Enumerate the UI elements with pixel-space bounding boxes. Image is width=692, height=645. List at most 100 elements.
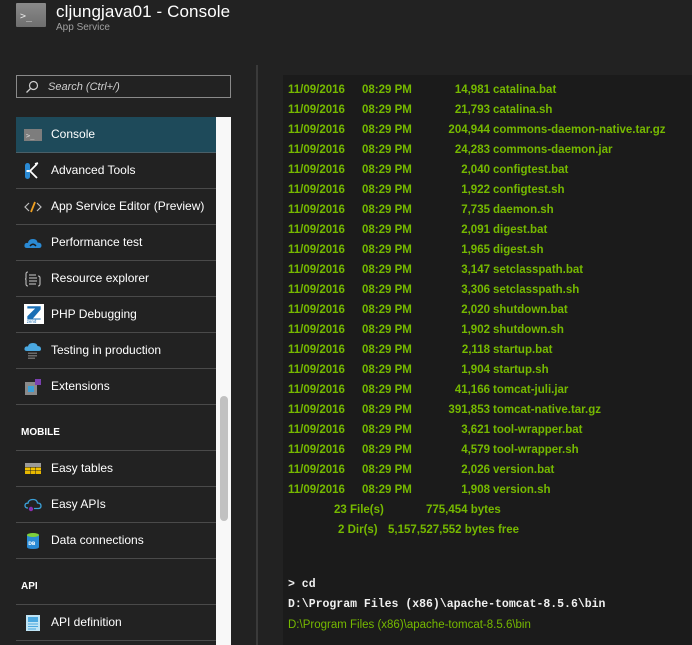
- file-name: shutdown.bat: [493, 304, 568, 316]
- sidebar-item-console[interactable]: >_ Console: [16, 117, 216, 153]
- sidebar-item-label: Resource explorer: [51, 271, 150, 285]
- listing-row: 11/09/2016 08:29 PM 24,283 commons-daemon.j…: [283, 140, 692, 160]
- file-date: 11/09/2016: [288, 384, 345, 396]
- file-time: 08:29 PM: [362, 124, 412, 136]
- cloud-api-icon: [24, 498, 42, 512]
- file-time: 08:29 PM: [362, 464, 412, 476]
- page-subtitle: App Service: [56, 22, 110, 33]
- listing-row: 11/09/2016 08:29 PM 21,793 catalina.sh: [283, 100, 692, 120]
- file-name: tomcat-native.tar.gz: [493, 404, 601, 416]
- file-date: 11/09/2016: [288, 104, 345, 116]
- listing-row: 11/09/2016 08:29 PM 4,579 tool-wrapper.sh: [283, 440, 692, 460]
- sidebar-item-api-definition[interactable]: API definition: [16, 605, 216, 641]
- prompt-path[interactable]: D:\Program Files (x86)\apache-tomcat-8.5…: [288, 615, 531, 635]
- file-name: setclasspath.bat: [493, 264, 584, 276]
- sidebar-menu: >_ Console Advanced Tools App Service Ed…: [16, 117, 216, 641]
- file-name: daemon.sh: [493, 204, 554, 216]
- file-date: 11/09/2016: [288, 484, 345, 496]
- section-title: API: [21, 581, 38, 592]
- file-size: 2,020: [461, 304, 490, 316]
- file-time: 08:29 PM: [362, 324, 412, 336]
- file-date: 11/09/2016: [288, 204, 345, 216]
- console-output[interactable]: 11/09/2016 08:29 PM 11/09/2016 08:29 PM 14,…: [283, 75, 692, 645]
- sidebar-item-label: Testing in production: [51, 343, 162, 357]
- listing-row: 11/09/2016 08:29 PM 3,621 tool-wrapper.bat: [283, 420, 692, 440]
- file-size: 2,091: [461, 224, 490, 236]
- svg-text:DB: DB: [28, 541, 36, 547]
- file-time: 08:29 PM: [362, 304, 412, 316]
- file-name: tool-wrapper.sh: [493, 444, 579, 456]
- database-icon: DB: [27, 533, 39, 549]
- sidebar-item-easy-apis[interactable]: Easy APIs: [16, 487, 216, 523]
- console-icon: >_: [24, 129, 42, 141]
- file-name: shutdown.sh: [493, 324, 564, 336]
- file-date: 11/09/2016: [288, 424, 345, 436]
- listing-row: 11/09/2016 08:29 PM 41,166 tomcat-juli.jar: [283, 380, 692, 400]
- file-time: 08:29 PM: [362, 244, 412, 256]
- cloud-testing-icon: [24, 343, 41, 359]
- listing-row: 11/09/2016 08:29 PM 1,904 startup.sh: [283, 360, 692, 380]
- sidebar-item-easy-tables[interactable]: Easy tables: [16, 451, 216, 487]
- file-time: 08:29 PM: [362, 344, 412, 356]
- extensions-icon: [25, 379, 41, 395]
- search-box[interactable]: [16, 75, 231, 98]
- file-time: 08:29 PM: [362, 284, 412, 296]
- file-size: 204,944: [448, 124, 490, 136]
- sidebar-item-label: Performance test: [51, 235, 143, 249]
- file-date: 11/09/2016: [288, 244, 345, 256]
- sidebar-item-extensions[interactable]: Extensions: [16, 369, 216, 405]
- sidebar-item-performance-test[interactable]: Performance test: [16, 225, 216, 261]
- file-size: 24,283: [454, 144, 490, 156]
- kudu-icon: [25, 162, 39, 179]
- sidebar-item-app-service-editor[interactable]: App Service Editor (Preview): [16, 189, 216, 225]
- file-time: 08:29 PM: [362, 164, 412, 176]
- page-title: cljungjava01 - Console: [56, 2, 231, 21]
- section-title: MOBILE: [21, 427, 60, 438]
- file-size: 1,922: [461, 184, 490, 196]
- file-name: startup.bat: [493, 344, 553, 356]
- sidebar-item-resource-explorer[interactable]: Resource explorer: [16, 261, 216, 297]
- file-time: 08:29 PM: [362, 204, 412, 216]
- file-date: 11/09/2016: [288, 184, 345, 196]
- resource-explorer-icon: [24, 271, 41, 287]
- sidebar-item-label: Easy tables: [51, 461, 114, 475]
- file-time: 08:29 PM: [362, 104, 412, 116]
- file-name: configtest.sh: [493, 184, 565, 196]
- console-icon: >_: [16, 3, 46, 27]
- file-time: 08:29 PM: [362, 84, 412, 96]
- sidebar-scrollbar-thumb[interactable]: [220, 396, 228, 521]
- listing-row: 11/09/2016 08:29 PM 1,965 digest.sh: [283, 240, 692, 260]
- file-name: version.bat: [493, 464, 555, 476]
- file-size: 3,147: [461, 264, 490, 276]
- table-icon: [25, 463, 41, 474]
- sidebar-item-data-connections[interactable]: DB Data connections: [16, 523, 216, 559]
- sidebar-item-php-debugging[interactable]: zend PHP Debugging: [16, 297, 216, 333]
- file-date: 11/09/2016: [288, 344, 345, 356]
- listing-row: 11/09/2016 08:29 PM 204,944 commons-daemon-…: [283, 120, 692, 140]
- sidebar-item-label: Data connections: [51, 533, 144, 547]
- file-time: 08:29 PM: [362, 364, 412, 376]
- sidebar-item-label: Advanced Tools: [51, 163, 136, 177]
- sidebar-item-label: API definition: [51, 615, 122, 629]
- listing-row: 11/09/2016 08:29 PM 2,040 configtest.bat: [283, 160, 692, 180]
- search-input[interactable]: [48, 76, 226, 97]
- file-size: 2,118: [461, 344, 490, 356]
- file-date: 11/09/2016: [288, 224, 345, 236]
- file-size: 1,904: [461, 364, 490, 376]
- blade-divider: [256, 65, 258, 645]
- file-date: 11/09/2016: [288, 164, 345, 176]
- listing-row: 11/09/2016 08:29 PM 7,735 daemon.sh: [283, 200, 692, 220]
- sidebar-item-testing-in-production[interactable]: Testing in production: [16, 333, 216, 369]
- file-name: digest.bat: [493, 224, 548, 236]
- sidebar-item-advanced-tools[interactable]: Advanced Tools: [16, 153, 216, 189]
- file-name: version.sh: [493, 484, 551, 496]
- file-name: commons-daemon-native.tar.gz: [493, 124, 666, 136]
- file-time: 08:29 PM: [362, 424, 412, 436]
- file-name: tool-wrapper.bat: [493, 424, 583, 436]
- sidebar-scrollbar[interactable]: [216, 117, 231, 645]
- code-editor-icon: [24, 201, 42, 213]
- sidebar-item-label: App Service Editor (Preview): [51, 199, 205, 213]
- file-size: 4,579: [461, 444, 490, 456]
- file-name: startup.sh: [493, 364, 549, 376]
- search-icon: [26, 80, 39, 93]
